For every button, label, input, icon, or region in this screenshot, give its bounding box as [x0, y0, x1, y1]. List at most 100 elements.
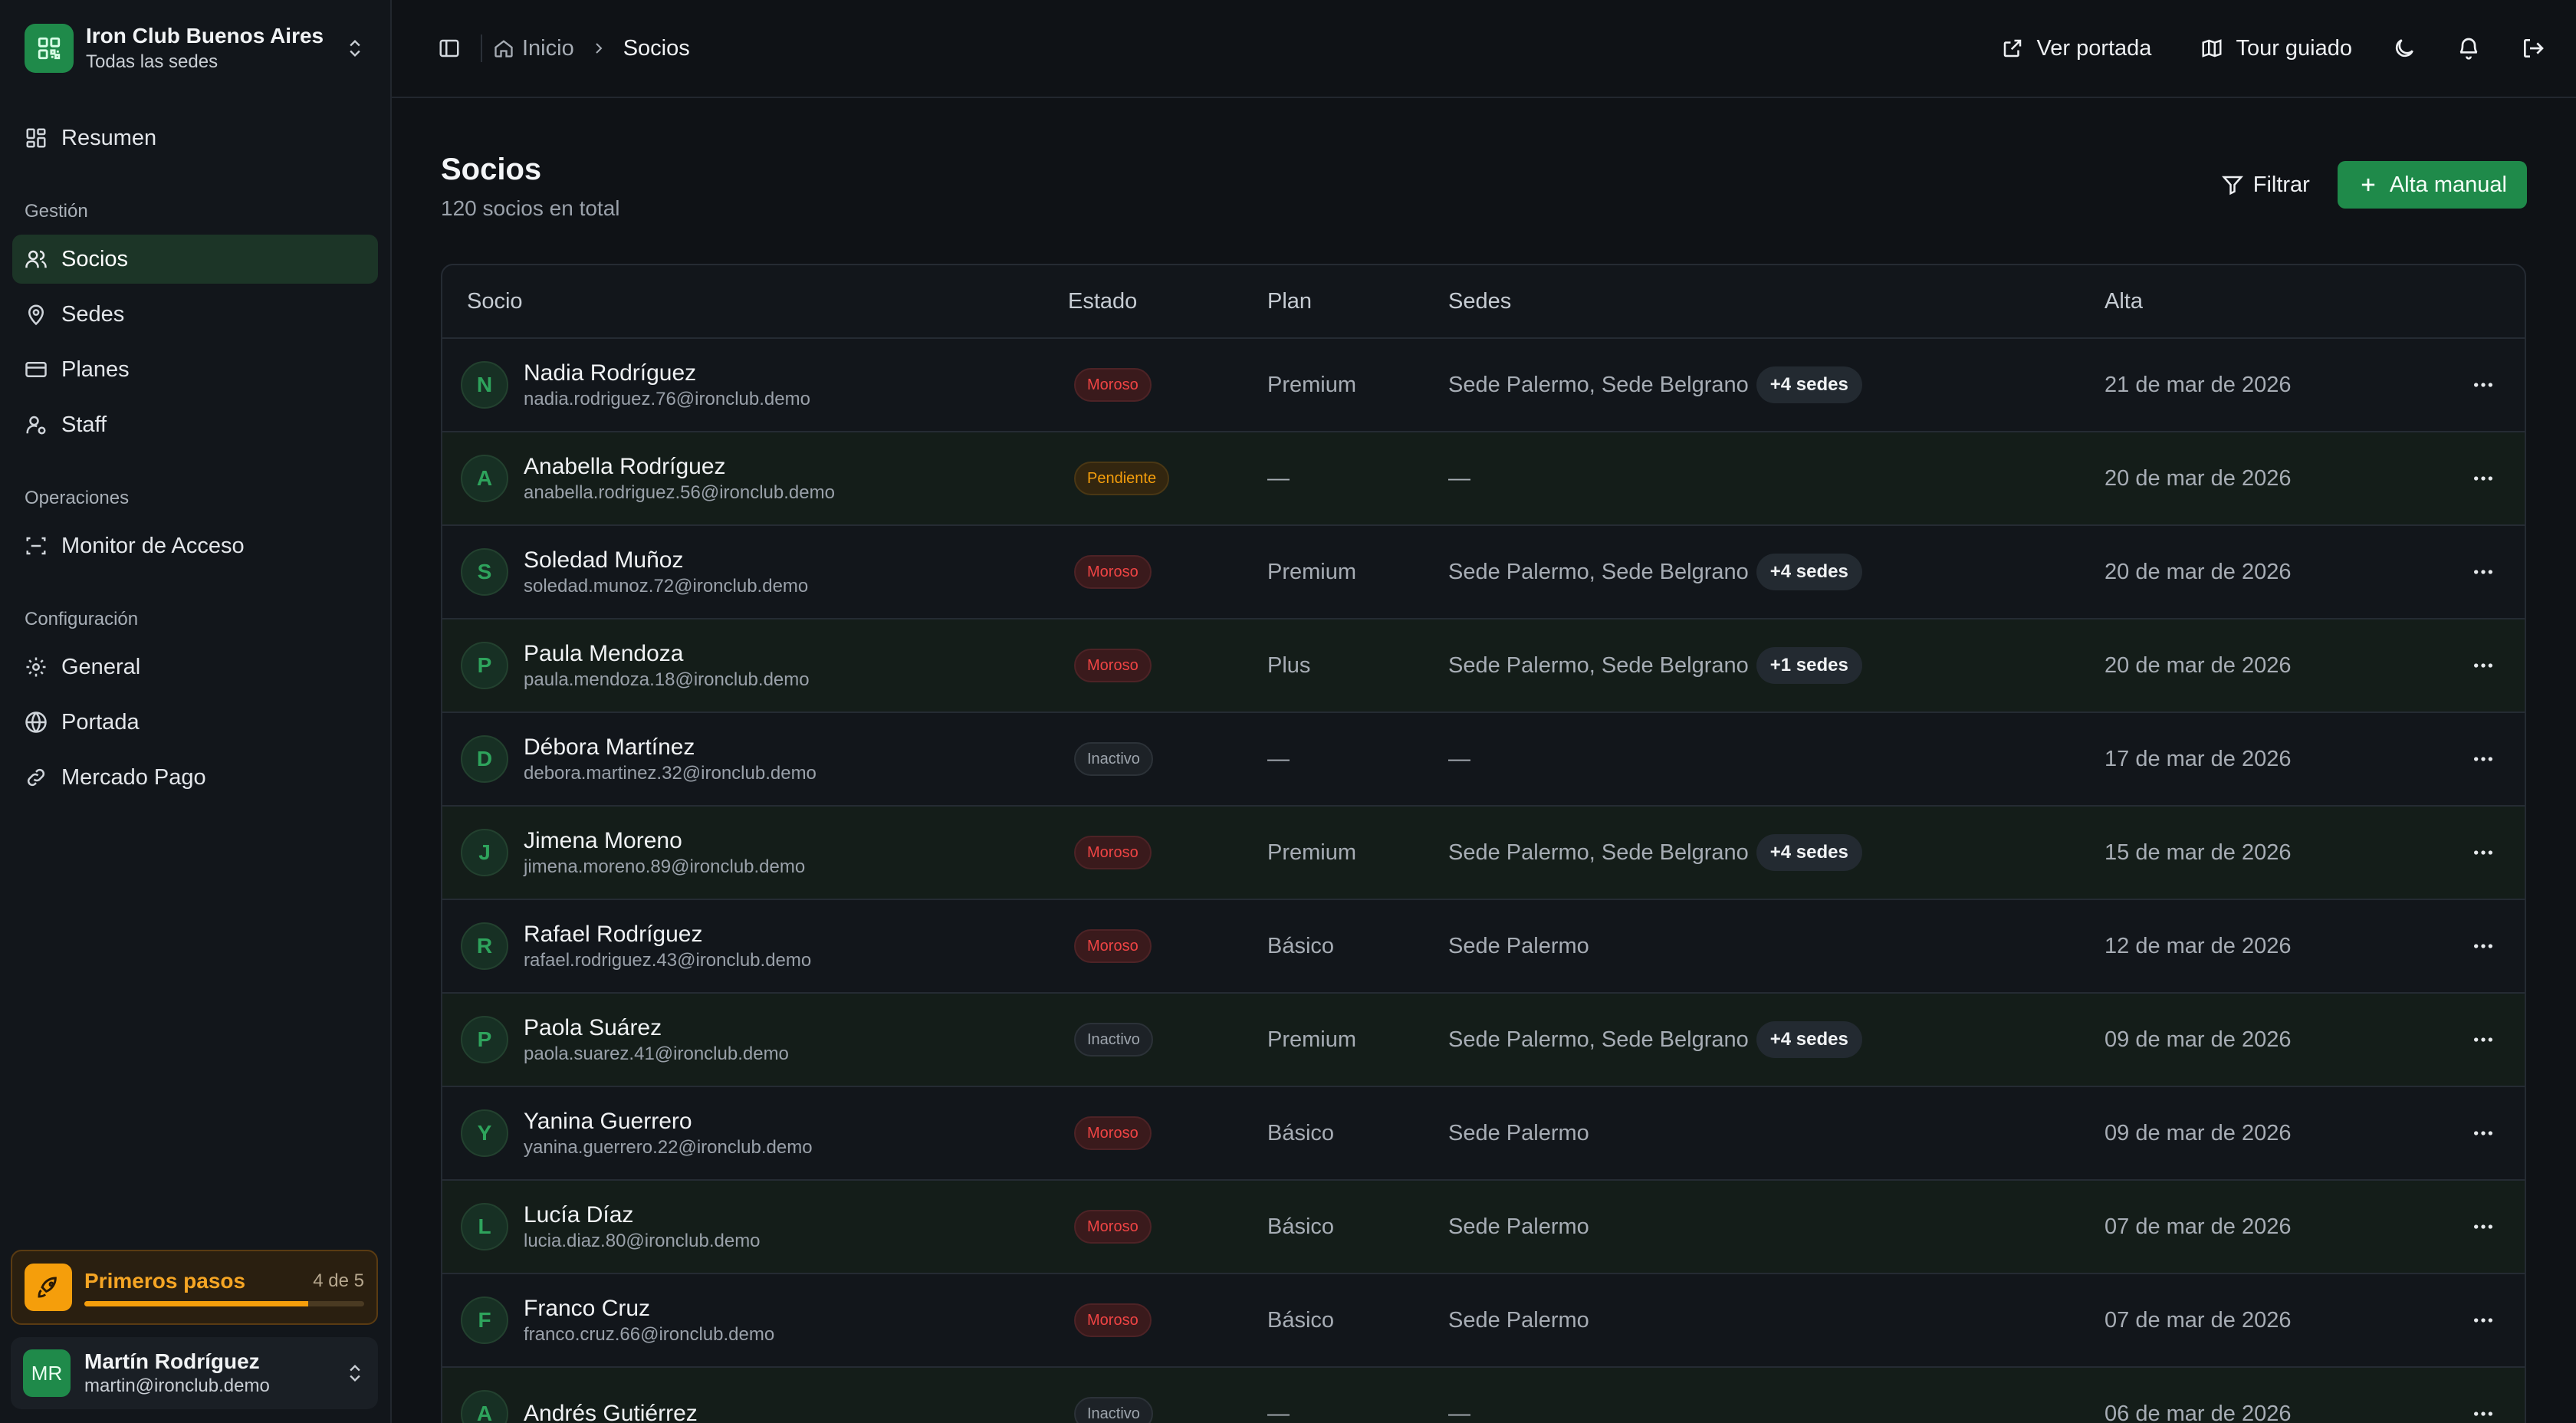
more-horizontal-icon[interactable] — [2471, 1308, 2496, 1333]
socio-name[interactable]: Yanina Guerrero — [524, 1107, 813, 1136]
table-row[interactable]: Y Yanina Guerrero yanina.guerrero.22@ironc… — [442, 1087, 2525, 1181]
table-row[interactable]: R Rafael Rodríguez rafael.rodriguez.43@iro… — [442, 900, 2525, 994]
user-name: Martín Rodríguez — [84, 1349, 260, 1373]
socio-email: jimena.moreno.89@ironclub.demo — [524, 856, 806, 877]
column-header-alta[interactable]: Alta — [2104, 289, 2450, 314]
cell-plan: Premium — [1267, 1027, 1357, 1052]
more-horizontal-icon[interactable] — [2471, 373, 2496, 397]
more-horizontal-icon[interactable] — [2471, 1121, 2496, 1145]
external-link-icon — [2004, 39, 2022, 58]
more-horizontal-icon[interactable] — [2471, 1214, 2496, 1239]
more-horizontal-icon[interactable] — [2471, 1402, 2496, 1423]
sidebar-item-mercado-pago[interactable]: Mercado Pago — [12, 753, 378, 802]
sedes-text: Sede Palermo — [1448, 1120, 1589, 1145]
cell-estado: Moroso — [1068, 1116, 1267, 1150]
socio-email: soledad.munoz.72@ironclub.demo — [524, 576, 809, 596]
table-header: Socio Estado Plan Sedes Alta — [442, 265, 2525, 339]
table-row[interactable]: D Débora Martínez debora.martinez.32@ironc… — [442, 713, 2525, 807]
cell-plan: Premium — [1267, 372, 1357, 397]
tour-guiado-button[interactable]: Tour guiado — [2200, 36, 2352, 61]
cell-alta: 17 de mar de 2026 — [2104, 746, 2292, 771]
extra-sedes-pill[interactable]: +4 sedes — [1756, 1021, 1862, 1058]
socio-name[interactable]: Andrés Gutiérrez — [524, 1399, 698, 1423]
table-row[interactable]: P Paula Mendoza paula.mendoza.18@ironclub.… — [442, 619, 2525, 713]
sidebar-item-staff[interactable]: Staff — [12, 400, 378, 449]
column-header-estado[interactable]: Estado — [1068, 289, 1267, 314]
bell-icon[interactable] — [2456, 36, 2481, 61]
scan-icon — [26, 537, 46, 555]
table-row[interactable]: F Franco Cruz franco.cruz.66@ironclub.demo… — [442, 1274, 2525, 1368]
socio-name[interactable]: Franco Cruz — [524, 1294, 774, 1323]
column-header-sedes[interactable]: Sedes — [1448, 289, 2104, 314]
more-horizontal-icon[interactable] — [2471, 1027, 2496, 1052]
status-badge: Inactivo — [1074, 1397, 1153, 1423]
cell-alta: 12 de mar de 2026 — [2104, 933, 2292, 958]
moon-icon[interactable] — [2392, 36, 2417, 61]
cell-alta: 09 de mar de 2026 — [2104, 1120, 2292, 1145]
cell-actions — [2450, 1121, 2525, 1145]
avatar: P — [461, 642, 508, 689]
sidebar-item-sedes[interactable]: Sedes — [12, 290, 378, 339]
cell-estado: Inactivo — [1068, 1023, 1267, 1057]
table-row[interactable]: J Jimena Moreno jimena.moreno.89@ironclub.… — [442, 807, 2525, 900]
sidebar-toggle-icon[interactable] — [438, 37, 461, 60]
alta-manual-button[interactable]: Alta manual — [2337, 161, 2527, 209]
table-row[interactable]: P Paola Suárez paola.suarez.41@ironclub.de… — [442, 994, 2525, 1087]
socio-name[interactable]: Paula Mendoza — [524, 639, 810, 669]
column-header-socio[interactable]: Socio — [442, 289, 1068, 314]
table-row[interactable]: A Andrés Gutiérrez Inactivo — — 06 de mar de … — [442, 1368, 2525, 1423]
qr-code-icon — [25, 24, 74, 73]
logout-icon[interactable] — [2521, 36, 2545, 61]
column-header-plan[interactable]: Plan — [1267, 289, 1448, 314]
socio-name[interactable]: Anabella Rodríguez — [524, 452, 835, 481]
filter-button[interactable]: Filtrar — [2206, 161, 2325, 209]
extra-sedes-pill[interactable]: +4 sedes — [1756, 366, 1862, 403]
socio-name[interactable]: Lucía Díaz — [524, 1201, 761, 1230]
onboarding-progress-fill — [84, 1300, 308, 1306]
avatar: S — [461, 548, 508, 596]
table-row[interactable]: S Soledad Muñoz soledad.munoz.72@ironclub.… — [442, 526, 2525, 619]
section-gestion: Gestión — [25, 201, 88, 222]
extra-sedes-pill[interactable]: +4 sedes — [1756, 834, 1862, 871]
sidebar-item-monitor[interactable]: Monitor de Acceso — [12, 521, 378, 570]
table-row[interactable]: L Lucía Díaz lucia.diaz.80@ironclub.demo Mo… — [442, 1181, 2525, 1274]
ver-portada-button[interactable]: Ver portada — [2001, 36, 2151, 61]
socio-name[interactable]: Jimena Moreno — [524, 827, 805, 856]
table-row[interactable]: A Anabella Rodríguez anabella.rodriguez.56… — [442, 432, 2525, 526]
cell-socio: D Débora Martínez debora.martinez.32@ironc… — [442, 733, 1068, 785]
layout-grid-icon — [26, 128, 46, 148]
more-horizontal-icon[interactable] — [2471, 466, 2496, 491]
socio-name[interactable]: Paola Suárez — [524, 1014, 789, 1043]
socio-email: debora.martinez.32@ironclub.demo — [524, 763, 816, 784]
onboarding-card[interactable]: Primeros pasos 4 de 5 — [11, 1250, 378, 1325]
socio-name[interactable]: Rafael Rodríguez — [524, 920, 811, 949]
socio-name[interactable]: Nadia Rodríguez — [524, 359, 810, 388]
users-icon — [25, 250, 47, 268]
chevrons-up-down-icon — [350, 40, 360, 57]
onboarding-count: 4 de 5 — [313, 1270, 364, 1291]
more-horizontal-icon[interactable] — [2471, 560, 2496, 584]
more-horizontal-icon[interactable] — [2471, 653, 2496, 678]
more-horizontal-icon[interactable] — [2471, 747, 2496, 771]
socio-name[interactable]: Soledad Muñoz — [524, 546, 808, 575]
sidebar-item-label: Staff — [61, 412, 107, 437]
cell-actions — [2450, 747, 2525, 771]
sidebar-item-planes[interactable]: Planes — [12, 345, 378, 394]
user-menu[interactable]: MR Martín Rodríguez martin@ironclub.demo — [11, 1337, 378, 1409]
cell-socio: P Paula Mendoza paula.mendoza.18@ironclub.… — [442, 639, 1068, 692]
sidebar-item-resumen[interactable]: Resumen — [12, 113, 378, 163]
sidebar-item-socios[interactable]: Socios — [12, 235, 378, 284]
extra-sedes-pill[interactable]: +1 sedes — [1756, 647, 1862, 684]
sidebar-item-general[interactable]: General — [12, 642, 378, 692]
status-badge: Pendiente — [1074, 462, 1170, 495]
table-row[interactable]: N Nadia Rodríguez nadia.rodriguez.76@ironc… — [442, 339, 2525, 432]
sidebar-item-portada[interactable]: Portada — [12, 698, 378, 747]
socio-name[interactable]: Débora Martínez — [524, 733, 816, 762]
sedes-text: — — [1448, 465, 1470, 491]
more-horizontal-icon[interactable] — [2471, 934, 2496, 958]
more-horizontal-icon[interactable] — [2471, 840, 2496, 865]
breadcrumb-home[interactable]: Inicio — [493, 36, 574, 61]
org-switcher[interactable]: Iron Club Buenos Aires Todas las sedes — [0, 0, 390, 97]
extra-sedes-pill[interactable]: +4 sedes — [1756, 554, 1862, 590]
user-email: martin@ironclub.demo — [84, 1375, 270, 1396]
